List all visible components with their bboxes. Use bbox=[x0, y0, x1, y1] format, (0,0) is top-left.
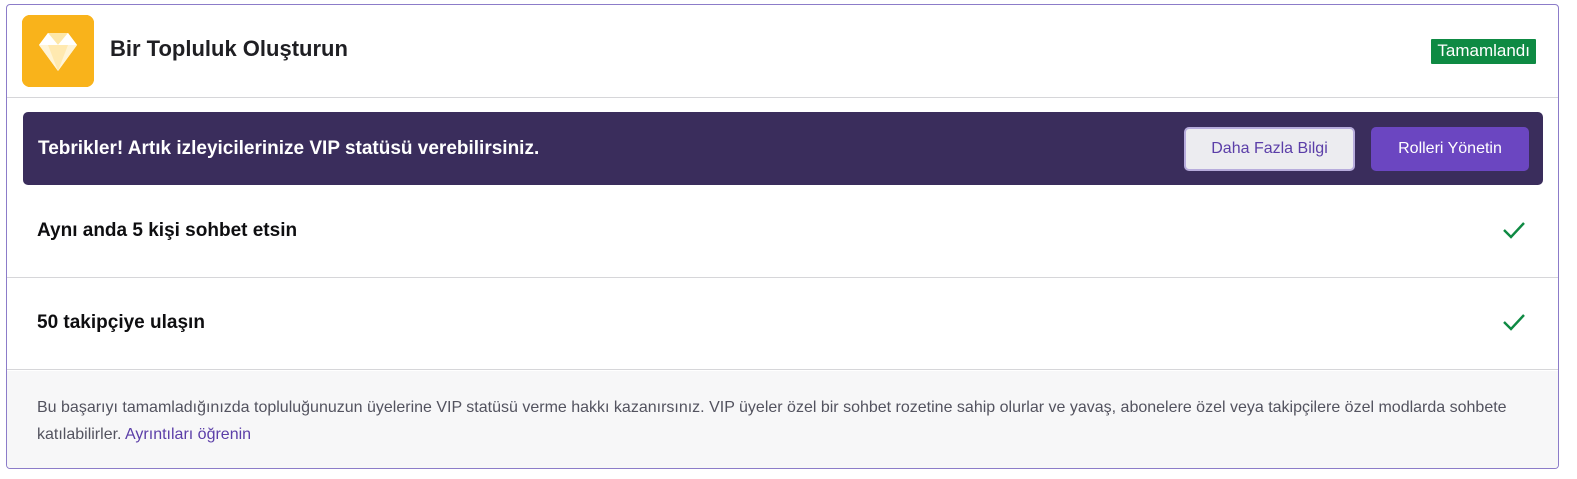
description-text: Bu başarıyı tamamladığınızda topluluğunu… bbox=[37, 394, 1537, 448]
requirement-label: 50 takipçiye ulaşın bbox=[37, 312, 205, 333]
checkmark-icon bbox=[1503, 314, 1525, 331]
checkmark-icon bbox=[1503, 222, 1525, 239]
achievement-header: Bir Topluluk Oluşturun Tamamlandı bbox=[7, 5, 1558, 98]
description-footer: Bu başarıyı tamamladığınızda topluluğunu… bbox=[7, 371, 1558, 468]
requirement-label: Aynı anda 5 kişi sohbet etsin bbox=[37, 220, 298, 241]
requirement-row: 50 takipçiye ulaşın bbox=[7, 278, 1558, 370]
learn-more-button[interactable]: Daha Fazla Bilgi bbox=[1184, 127, 1355, 171]
description-body: Bu başarıyı tamamladığınızda topluluğunu… bbox=[37, 399, 1507, 443]
learn-details-link[interactable]: Ayrıntıları öğrenin bbox=[125, 426, 251, 443]
congrats-banner: Tebrikler! Artık izleyicilerinize VIP st… bbox=[23, 112, 1543, 185]
manage-roles-button[interactable]: Rolleri Yönetin bbox=[1371, 127, 1529, 171]
status-badge: Tamamlandı bbox=[1431, 39, 1536, 64]
banner-message: Tebrikler! Artık izleyicilerinize VIP st… bbox=[38, 138, 540, 159]
diamond-icon bbox=[22, 15, 94, 87]
achievement-card: Bir Topluluk Oluşturun Tamamlandı Tebrik… bbox=[6, 4, 1559, 469]
requirement-row: Aynı anda 5 kişi sohbet etsin bbox=[7, 186, 1558, 278]
achievement-title: Bir Topluluk Oluşturun bbox=[110, 36, 348, 61]
